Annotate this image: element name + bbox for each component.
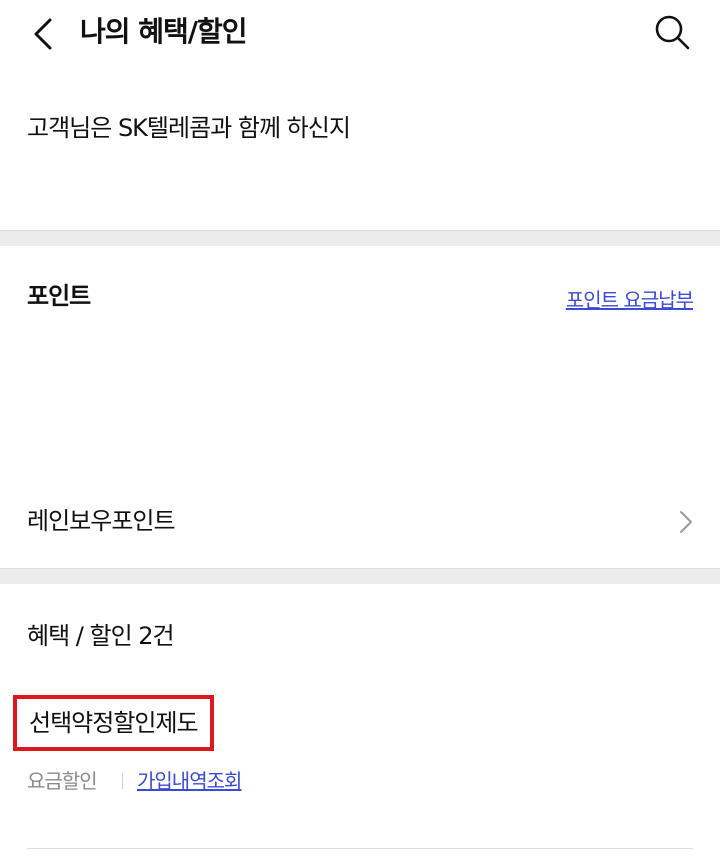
point-bill-payment-link[interactable]: 포인트 요금납부 — [566, 280, 694, 320]
benefit-name[interactable]: 선택약정할인제도 — [13, 695, 214, 751]
customer-greeting: 고객님은 SK텔레콤과 함께 하신지 — [27, 114, 351, 142]
chevron-right-icon — [680, 511, 692, 533]
benefit-item: 선택약정할인제도 요금할인 가입내역조회 — [0, 695, 720, 805]
rainbow-point-label: 레인보우포인트 — [27, 507, 176, 535]
app-header: 나의 혜택/할인 — [0, 0, 720, 70]
separator — [122, 773, 123, 789]
back-icon[interactable] — [26, 14, 62, 54]
section-divider — [0, 230, 720, 246]
page-title: 나의 혜택/할인 — [80, 15, 248, 48]
benefit-type: 요금할인 — [27, 769, 98, 793]
list-divider — [27, 848, 693, 849]
points-section-title: 포인트 — [27, 282, 91, 310]
benefit-count-title: 혜택 / 할인 2건 — [27, 622, 175, 650]
search-icon[interactable] — [650, 10, 694, 54]
subscription-history-link[interactable]: 가입내역조회 — [137, 761, 242, 801]
rainbow-point-row[interactable]: 레인보우포인트 — [0, 490, 720, 552]
section-divider — [0, 568, 720, 584]
